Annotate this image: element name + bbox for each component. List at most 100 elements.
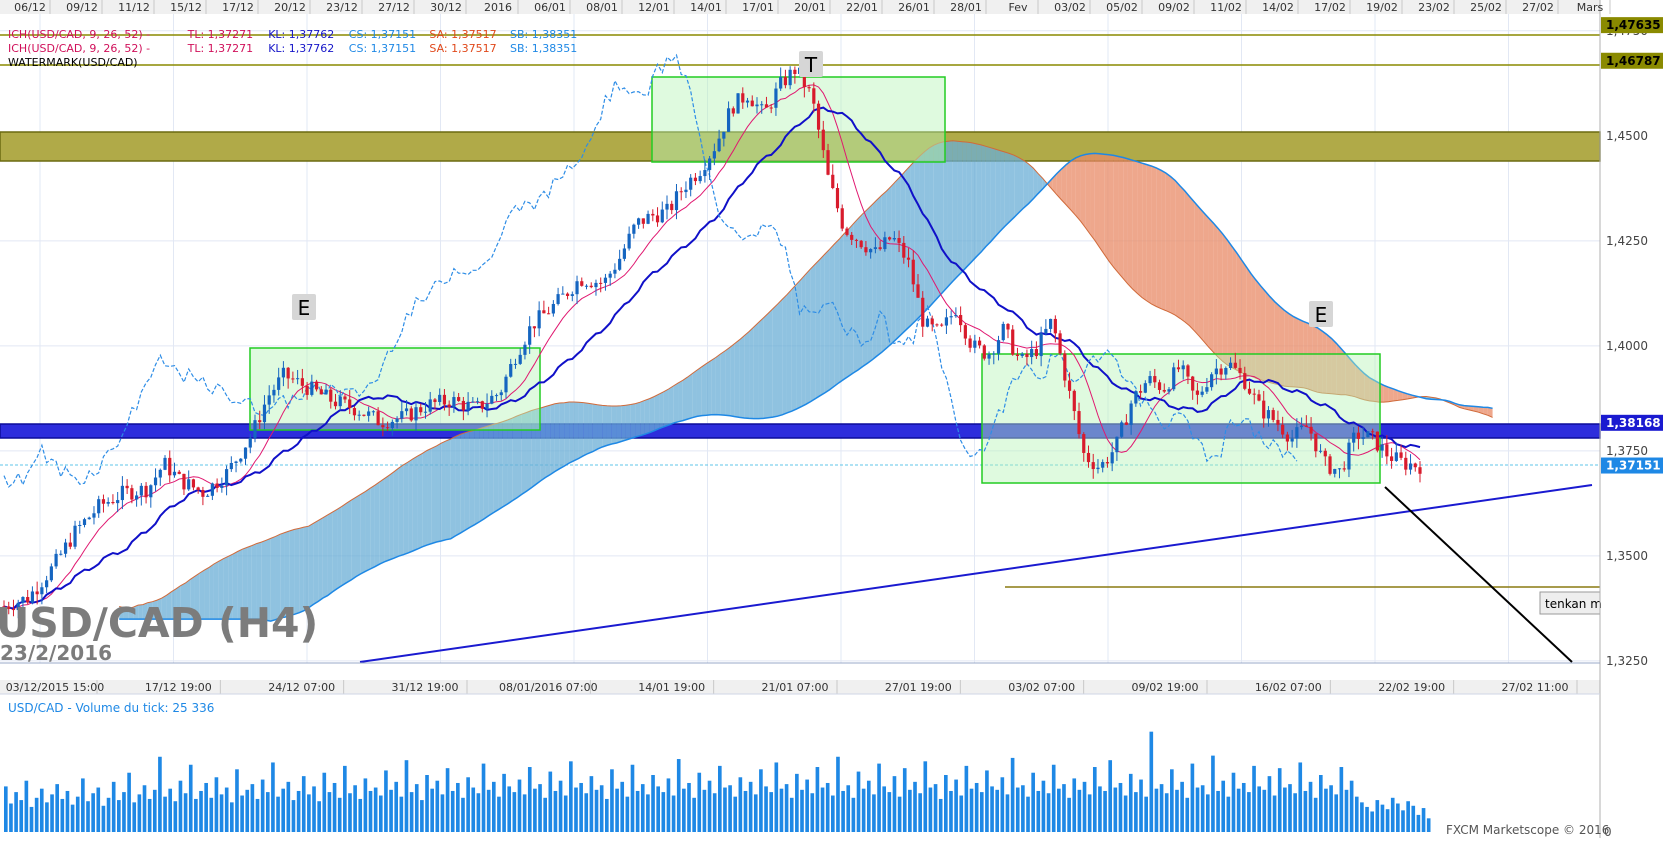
candle-body (158, 469, 162, 478)
volume-bar (491, 781, 496, 832)
kumo-segment (768, 308, 773, 418)
candle-body (400, 411, 404, 419)
candle-body (603, 277, 608, 283)
kumo-segment (706, 360, 712, 416)
volume-bar (1308, 781, 1313, 832)
volume-bar (389, 789, 393, 832)
kumo-segment (630, 403, 636, 439)
volume-bar (979, 792, 984, 832)
volume-bar (774, 762, 779, 832)
candle-body (722, 131, 726, 139)
volume-bar (1406, 801, 1410, 832)
volume-bar (404, 760, 409, 832)
candle-body (708, 158, 712, 171)
volume-bar (435, 780, 440, 832)
candle-body (1157, 382, 1162, 390)
volume-bar (353, 785, 357, 832)
kumo-segment (422, 450, 428, 547)
volume-bar (1241, 782, 1246, 832)
volume-bar (1103, 790, 1107, 832)
volume-bar (127, 772, 131, 832)
pattern-box-right-shoulder (981, 353, 1381, 484)
kumo-segment (1090, 153, 1095, 241)
candle-body (1366, 431, 1370, 438)
volume-bar (635, 790, 640, 832)
volume-bar (548, 771, 553, 832)
candle-body (1418, 467, 1422, 474)
volume-bar (1370, 811, 1374, 832)
candle-body (580, 281, 584, 286)
candle-body (845, 228, 849, 235)
top-date-label: 23/02 (1418, 1, 1450, 14)
kumo-segment (810, 263, 816, 402)
svg-text:E: E (1315, 303, 1328, 327)
kumo-segment (843, 229, 849, 380)
candle-body (575, 281, 579, 295)
kumo-segment (895, 176, 901, 340)
candle-body (485, 403, 489, 409)
volume-bar (1252, 765, 1256, 832)
kumo-segment (1194, 201, 1199, 336)
candle-body (191, 479, 196, 488)
candle-body (139, 485, 143, 496)
price-tick-label: 1,3250 (1606, 654, 1648, 668)
candle-body (717, 138, 721, 152)
candle-body (1300, 425, 1304, 428)
volume-bar (1421, 808, 1426, 832)
volume-bar (1200, 785, 1205, 832)
kumo-segment (384, 475, 390, 562)
bottom-date-label: 31/12 19:00 (392, 681, 459, 694)
bottom-date-label: 27/01 19:00 (885, 681, 952, 694)
candle-body (381, 425, 385, 428)
volume-bar (1216, 790, 1220, 832)
candle-body (1153, 376, 1157, 383)
volume-bar (34, 797, 39, 832)
top-date-label: Fev (1008, 1, 1027, 14)
volume-bar (1303, 790, 1308, 832)
kumo-segment (1217, 228, 1223, 362)
candle-body (712, 151, 716, 159)
volume-bar (55, 784, 60, 832)
candle-body (101, 499, 106, 504)
candle-body (73, 525, 77, 547)
candle-body (442, 394, 447, 405)
volume-bar (4, 786, 8, 832)
candle-body (54, 553, 58, 567)
candle-body (1413, 463, 1417, 468)
kumo-segment (559, 402, 565, 469)
volume-bar (810, 793, 815, 832)
candle-body (1181, 365, 1185, 370)
volume-bar (245, 789, 250, 832)
price-tag-label: 1,37151 (1606, 459, 1661, 473)
candle-body (1025, 353, 1029, 358)
volume-bar (240, 795, 244, 832)
volume-bar (1021, 785, 1025, 832)
top-date-axis: 06/12 09/12 11/12 15/12 17/12 20/12 23/12 27/12… (14, 0, 1611, 14)
candle-body (807, 87, 811, 89)
chart-canvas[interactable]: E T E USD/CAD (H4) 23/2/2016 tenkan m IC… (0, 0, 1663, 839)
volume-bar (14, 792, 18, 832)
volume-bar (450, 790, 455, 832)
kumo-segment (1151, 166, 1157, 307)
kumo-segment (981, 144, 986, 253)
candle-body (850, 234, 854, 240)
candle-body (660, 209, 664, 223)
kumo-segment (668, 385, 674, 426)
volume-bar (75, 796, 80, 832)
copyright: FXCM Marketscope © 2016 (1446, 823, 1609, 837)
volume-bar (183, 793, 188, 832)
volume-bar (1000, 777, 1005, 832)
candle-body (1219, 368, 1223, 375)
volume-bar (892, 776, 897, 832)
candle-body (504, 376, 508, 393)
volume-bar (1365, 806, 1369, 832)
volume-bar (687, 782, 691, 832)
kumo-segment (1061, 164, 1067, 206)
volume-bar (887, 792, 892, 832)
candle-body (385, 427, 390, 429)
volume-bar (152, 789, 157, 832)
kumo-segment (1080, 154, 1086, 228)
volume-bar (764, 786, 768, 832)
candle-body (873, 247, 877, 250)
volume-bar (65, 790, 70, 832)
